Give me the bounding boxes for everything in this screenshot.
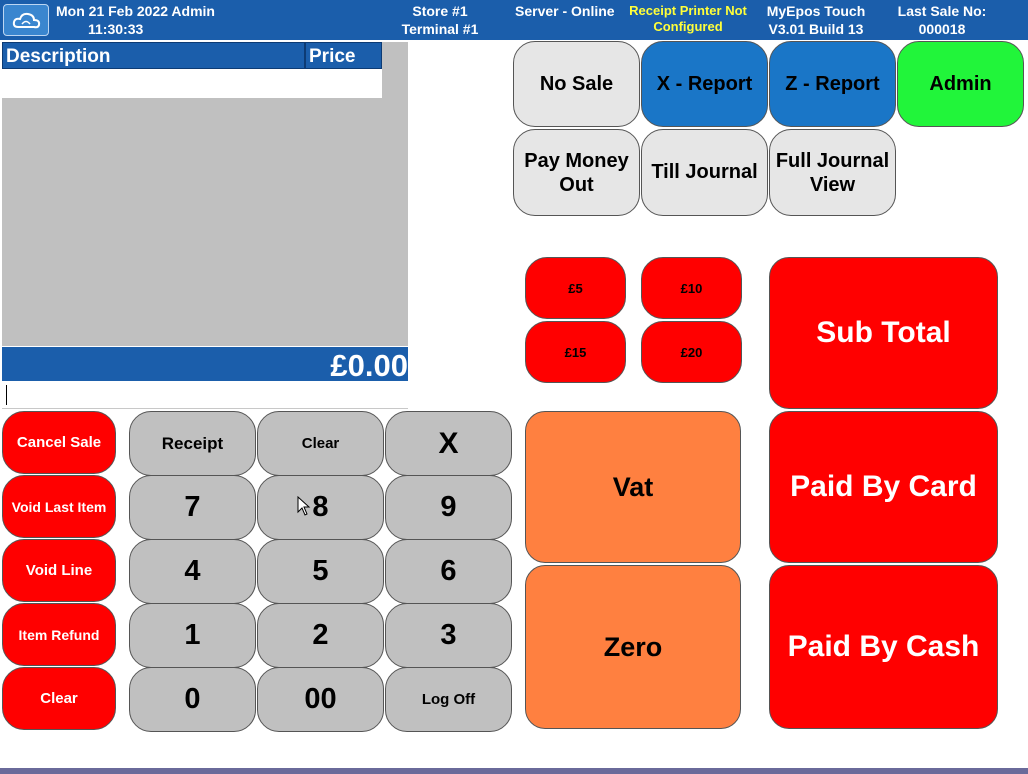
- app-version: V3.01 Build 13: [768, 21, 864, 37]
- vat-button[interactable]: Vat: [525, 411, 741, 563]
- admin-button[interactable]: Admin: [897, 41, 1024, 127]
- till-journal-button[interactable]: Till Journal: [641, 129, 768, 216]
- cancel-sale-button[interactable]: Cancel Sale: [2, 411, 116, 474]
- sale-ticket-list[interactable]: Description Price: [2, 42, 408, 346]
- key-5[interactable]: 5: [257, 539, 384, 604]
- paid-by-cash-button[interactable]: Paid By Cash: [769, 565, 998, 729]
- x-report-button[interactable]: X - Report: [641, 41, 768, 127]
- column-header-description: Description: [2, 42, 305, 69]
- no-sale-button[interactable]: No Sale: [513, 41, 640, 127]
- store-label: Store #1: [412, 3, 468, 19]
- sale-total: £0.00: [2, 347, 408, 383]
- terminal-label: Terminal #1: [401, 21, 479, 37]
- void-last-item-button[interactable]: Void Last Item: [2, 475, 116, 538]
- key-6[interactable]: 6: [385, 539, 512, 604]
- cash-20-button[interactable]: £20: [641, 321, 742, 383]
- printer-status: Receipt Printer Not Configured: [629, 3, 747, 34]
- mouse-pointer-icon: [297, 495, 311, 521]
- key-2[interactable]: 2: [257, 603, 384, 668]
- last-sale-label: Last Sale No:: [897, 3, 987, 19]
- receipt-button[interactable]: Receipt: [129, 411, 256, 476]
- taskbar-strip: [0, 768, 1028, 774]
- sub-total-button[interactable]: Sub Total: [769, 257, 998, 409]
- void-line-button[interactable]: Void Line: [2, 539, 116, 602]
- clock-time: 11:30:33: [88, 21, 144, 37]
- cash-15-button[interactable]: £15: [525, 321, 626, 383]
- cash-5-button[interactable]: £5: [525, 257, 626, 319]
- keypad-clear-button[interactable]: Clear: [257, 411, 384, 476]
- datetime-user: Mon 21 Feb 2022 Admin: [56, 3, 215, 19]
- server-status: Server - Online: [515, 3, 615, 19]
- paid-by-card-button[interactable]: Paid By Card: [769, 411, 998, 563]
- entry-input[interactable]: [2, 381, 408, 409]
- key-4[interactable]: 4: [129, 539, 256, 604]
- app-name: MyEpos Touch: [766, 3, 866, 19]
- status-bar: Mon 21 Feb 2022 Admin 11:30:33 Store #1 …: [0, 0, 1028, 40]
- key-8[interactable]: 8: [257, 475, 384, 540]
- last-sale-number: 000018: [918, 21, 966, 37]
- key-9[interactable]: 9: [385, 475, 512, 540]
- multiply-button[interactable]: X: [385, 411, 512, 476]
- key-1[interactable]: 1: [129, 603, 256, 668]
- key-0[interactable]: 0: [129, 667, 256, 732]
- item-refund-button[interactable]: Item Refund: [2, 603, 116, 666]
- cloud-logo-icon[interactable]: [3, 4, 49, 36]
- cash-10-button[interactable]: £10: [641, 257, 742, 319]
- log-off-button[interactable]: Log Off: [385, 667, 512, 732]
- key-3[interactable]: 3: [385, 603, 512, 668]
- text-caret: [6, 385, 7, 405]
- clear-sale-button[interactable]: Clear: [2, 667, 116, 730]
- key-00[interactable]: 00: [257, 667, 384, 732]
- column-header-price: Price: [305, 42, 382, 69]
- full-journal-view-button[interactable]: Full Journal View: [769, 129, 896, 216]
- z-report-button[interactable]: Z - Report: [769, 41, 896, 127]
- ticket-empty-row: [2, 69, 382, 98]
- pay-money-out-button[interactable]: Pay Money Out: [513, 129, 640, 216]
- key-7[interactable]: 7: [129, 475, 256, 540]
- zero-vat-button[interactable]: Zero: [525, 565, 741, 729]
